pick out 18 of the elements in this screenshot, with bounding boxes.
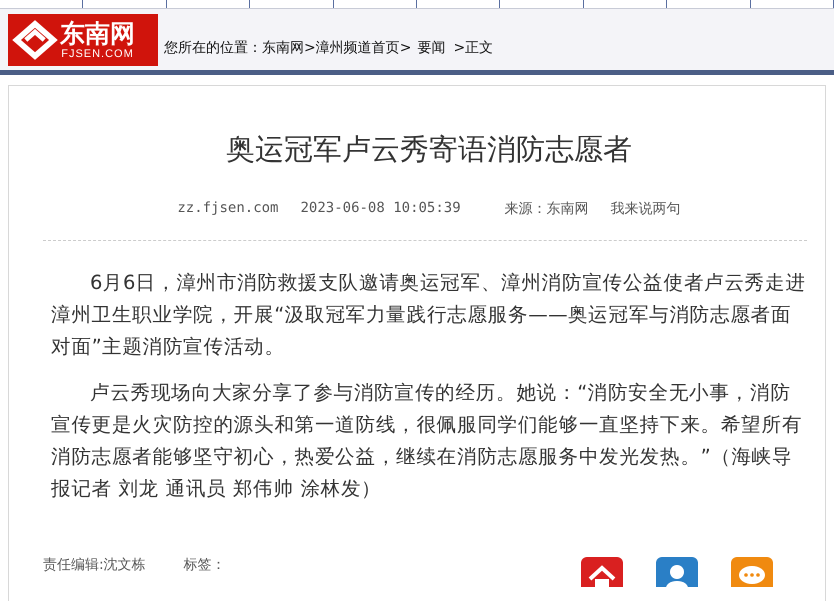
breadcrumb-link[interactable]: >正文	[453, 38, 494, 56]
breadcrumb-link[interactable]: 要闻	[417, 38, 446, 56]
person-icon[interactable]	[656, 557, 698, 587]
tags-label: 标签：	[184, 556, 226, 574]
article-source: 来源：东南网	[504, 200, 589, 218]
site-url: zz.fjsen.com	[177, 200, 278, 218]
publish-time: 2023-06-08 10:05:39	[300, 200, 461, 218]
breadcrumb-label: 您所在的位置：	[164, 38, 262, 56]
article-paragraph: 卢云秀现场向大家分享了参与消防宣传的经历。她说：“消防安全无小事，消防宣传更是火灾防控的源头和第一道防线，很佩服同学们能够一直坚持下来。希望所有消防志愿者能够坚守初心，热爱公益，继续在消防志愿服务中发光发热。”（海峡导报记者 刘龙 通讯员 郑伟帅 涂林发）	[51, 380, 804, 502]
breadcrumb-link[interactable]: >漳州频道首页>	[304, 38, 412, 56]
article-title: 奥运冠军卢云秀寄语消防志愿者	[225, 131, 633, 168]
editor-name: 责任编辑:沈文栋	[43, 556, 146, 574]
chat-icon[interactable]	[731, 557, 773, 587]
breadcrumb-link[interactable]: 东南网	[262, 38, 304, 56]
site-logo[interactable]: 东南网 FJSEN.COM	[8, 14, 158, 66]
home-icon[interactable]	[581, 557, 623, 587]
article-paragraph: 6月6日，漳州市消防救援支队邀请奥运冠军、漳州消防宣传公益使者卢云秀走进漳州卫生职业学院，开展“汲取冠军力量践行志愿服务——奥运冠军与消防志愿者面对面”主题消防宣传活动。	[51, 270, 807, 360]
comment-link[interactable]: 我来说两句	[610, 200, 681, 218]
